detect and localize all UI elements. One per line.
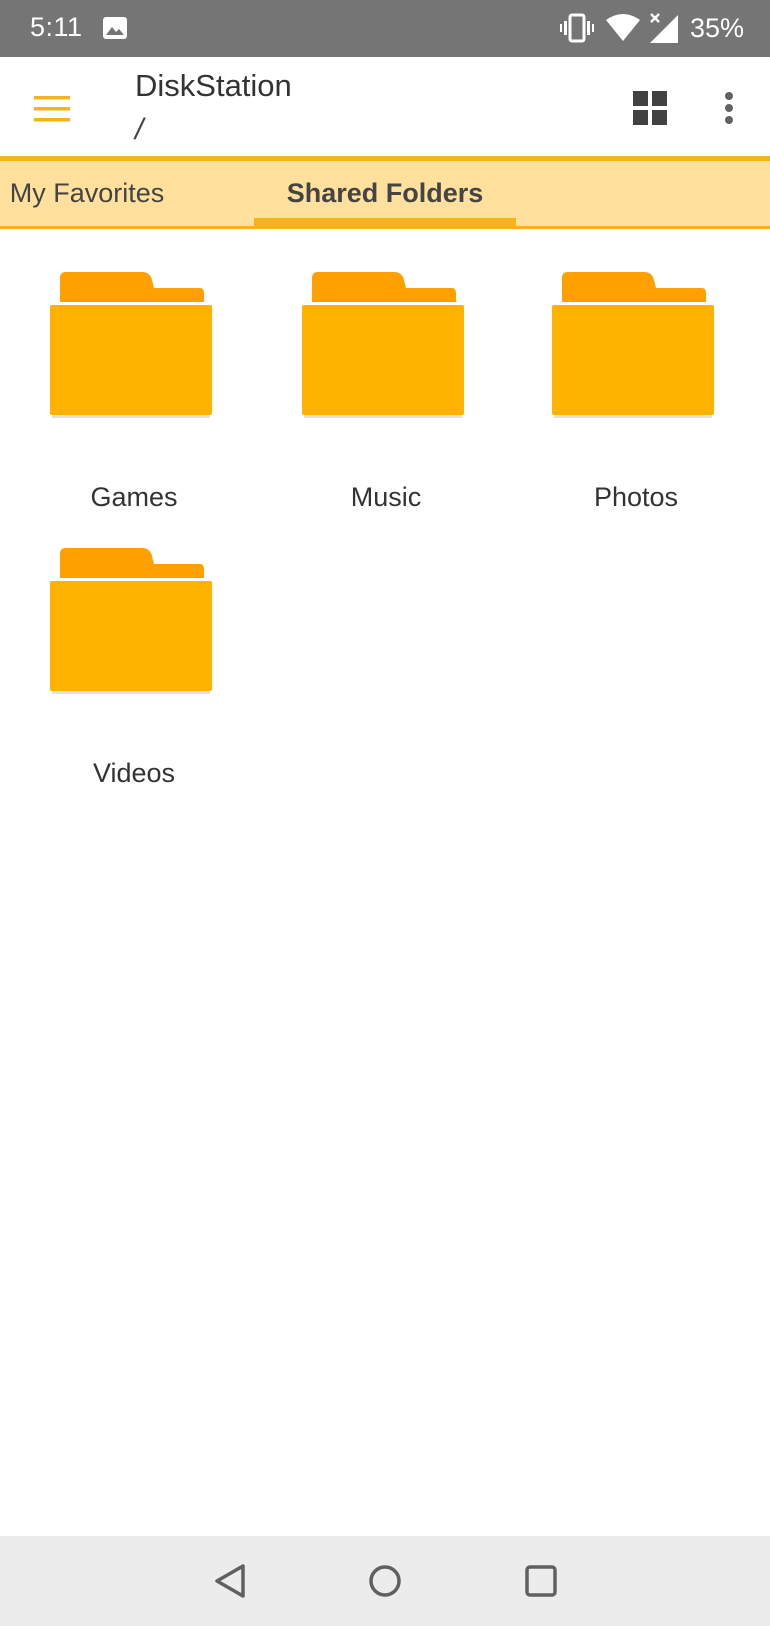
overflow-menu-button[interactable] bbox=[708, 84, 750, 132]
folder-icon bbox=[552, 272, 714, 418]
view-toggle-button[interactable] bbox=[626, 84, 674, 132]
wifi-icon bbox=[605, 14, 640, 41]
tab-bar: My Favorites Shared Folders bbox=[0, 156, 770, 229]
back-icon bbox=[215, 1564, 245, 1598]
folder-item-music[interactable]: Music bbox=[252, 272, 472, 522]
folder-name: Games bbox=[90, 482, 178, 512]
folder-icon bbox=[50, 548, 212, 694]
more-vertical-icon bbox=[725, 92, 733, 124]
recents-button[interactable] bbox=[518, 1558, 564, 1604]
folder-item-videos[interactable]: Videos bbox=[0, 548, 220, 798]
back-button[interactable] bbox=[207, 1558, 253, 1604]
tab-shared-folders[interactable]: Shared Folders bbox=[254, 161, 516, 226]
folder-icon bbox=[302, 272, 464, 418]
status-time: 5:11 bbox=[30, 12, 83, 42]
home-icon bbox=[369, 1565, 401, 1597]
recents-icon bbox=[525, 1565, 557, 1597]
image-icon bbox=[103, 17, 127, 39]
status-icons: 35% bbox=[559, 12, 744, 44]
folder-item-photos[interactable]: Photos bbox=[502, 272, 722, 522]
folder-item-games[interactable]: Games bbox=[0, 272, 220, 522]
grid-view-icon bbox=[633, 91, 667, 125]
menu-button[interactable] bbox=[24, 81, 80, 137]
vibrate-icon bbox=[559, 13, 594, 43]
folder-name: Photos bbox=[593, 482, 679, 512]
signal-icon bbox=[649, 13, 678, 43]
folder-icon bbox=[50, 272, 212, 418]
tab-indicator bbox=[254, 218, 516, 226]
hamburger-menu-icon bbox=[34, 96, 70, 122]
app-title: DiskStation bbox=[135, 68, 292, 103]
tab-my-favorites[interactable]: My Favorites bbox=[0, 161, 180, 226]
app-bar: DiskStation / bbox=[0, 57, 770, 156]
folder-name: Music bbox=[350, 482, 422, 512]
folder-name: Videos bbox=[92, 758, 176, 788]
status-bar: 5:11 35% bbox=[0, 0, 770, 57]
navigation-bar bbox=[0, 1536, 770, 1626]
home-button[interactable] bbox=[362, 1558, 408, 1604]
battery-percent: 35% bbox=[689, 12, 744, 43]
folder-path: / bbox=[135, 113, 144, 146]
